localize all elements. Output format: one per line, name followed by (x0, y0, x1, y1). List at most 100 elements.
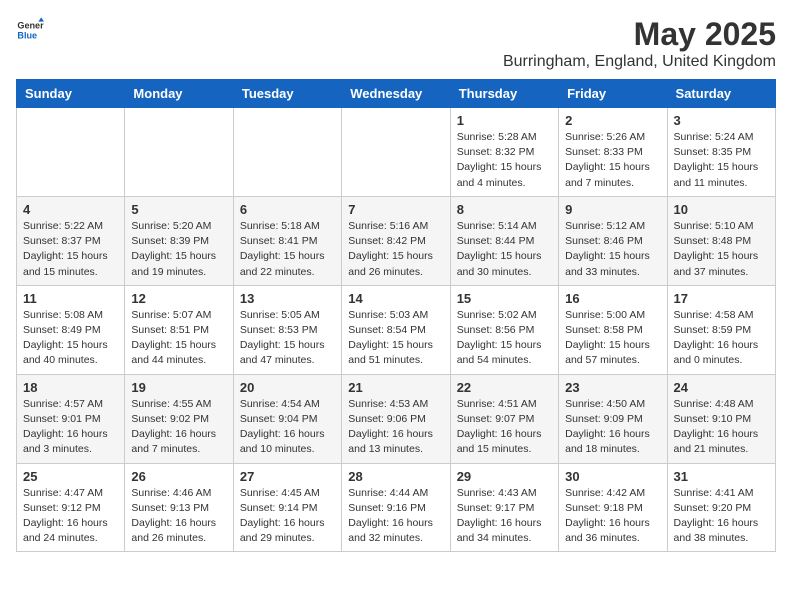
day-number: 26 (131, 469, 226, 484)
calendar-cell: 7 Sunrise: 5:16 AM Sunset: 8:42 PM Daylig… (342, 196, 450, 285)
week-row-1: 1 Sunrise: 5:28 AM Sunset: 8:32 PM Daylig… (17, 108, 776, 197)
day-number: 27 (240, 469, 335, 484)
week-row-3: 11Sunrise: 5:08 AM Sunset: 8:49 PM Dayli… (17, 285, 776, 374)
day-info: Sunrise: 5:12 AM Sunset: 8:46 PM Dayligh… (565, 219, 660, 280)
logo: General Blue (16, 16, 44, 44)
calendar-cell: 19 Sunrise: 4:55 AM Sunset: 9:02 PM Dayli… (125, 374, 233, 463)
header-day-sunday: Sunday (17, 80, 125, 108)
day-number: 25 (23, 469, 118, 484)
day-number: 12 (131, 291, 226, 306)
calendar-cell: 9 Sunrise: 5:12 AM Sunset: 8:46 PM Daylig… (559, 196, 667, 285)
day-info: Sunrise: 5:00 AM Sunset: 8:58 PM Dayligh… (565, 308, 660, 369)
calendar-cell: 24 Sunrise: 4:48 AM Sunset: 9:10 PM Dayli… (667, 374, 775, 463)
calendar-cell: 21 Sunrise: 4:53 AM Sunset: 9:06 PM Dayli… (342, 374, 450, 463)
calendar-table: SundayMondayTuesdayWednesdayThursdayFrid… (16, 79, 776, 552)
calendar-cell: 14 Sunrise: 5:03 AM Sunset: 8:54 PM Dayli… (342, 285, 450, 374)
day-number: 8 (457, 202, 552, 217)
page-header: General Blue May 2025 Burringham, Englan… (16, 16, 776, 71)
calendar-cell: 3 Sunrise: 5:24 AM Sunset: 8:35 PM Daylig… (667, 108, 775, 197)
calendar-cell (17, 108, 125, 197)
day-number: 20 (240, 380, 335, 395)
day-number: 30 (565, 469, 660, 484)
day-info: Sunrise: 4:44 AM Sunset: 9:16 PM Dayligh… (348, 486, 443, 547)
day-number: 14 (348, 291, 443, 306)
day-info: Sunrise: 5:03 AM Sunset: 8:54 PM Dayligh… (348, 308, 443, 369)
subtitle: Burringham, England, United Kingdom (503, 53, 776, 71)
calendar-cell: 13 Sunrise: 5:05 AM Sunset: 8:53 PM Dayli… (233, 285, 341, 374)
day-number: 2 (565, 113, 660, 128)
calendar-cell: 26Sunrise: 4:46 AM Sunset: 9:13 PM Dayli… (125, 463, 233, 552)
header-day-wednesday: Wednesday (342, 80, 450, 108)
svg-text:General: General (17, 21, 44, 31)
day-number: 29 (457, 469, 552, 484)
day-number: 19 (131, 380, 226, 395)
day-info: Sunrise: 5:26 AM Sunset: 8:33 PM Dayligh… (565, 130, 660, 191)
day-info: Sunrise: 5:20 AM Sunset: 8:39 PM Dayligh… (131, 219, 226, 280)
calendar-cell: 16 Sunrise: 5:00 AM Sunset: 8:58 PM Dayli… (559, 285, 667, 374)
day-number: 6 (240, 202, 335, 217)
day-info: Sunrise: 5:02 AM Sunset: 8:56 PM Dayligh… (457, 308, 552, 369)
header-day-friday: Friday (559, 80, 667, 108)
calendar-cell: 22Sunrise: 4:51 AM Sunset: 9:07 PM Dayli… (450, 374, 558, 463)
calendar-cell: 6 Sunrise: 5:18 AM Sunset: 8:41 PM Daylig… (233, 196, 341, 285)
calendar-cell (233, 108, 341, 197)
calendar-cell (342, 108, 450, 197)
day-info: Sunrise: 5:05 AM Sunset: 8:53 PM Dayligh… (240, 308, 335, 369)
week-row-2: 4Sunrise: 5:22 AM Sunset: 8:37 PM Daylig… (17, 196, 776, 285)
calendar-cell: 11Sunrise: 5:08 AM Sunset: 8:49 PM Dayli… (17, 285, 125, 374)
day-info: Sunrise: 4:57 AM Sunset: 9:01 PM Dayligh… (23, 397, 118, 458)
day-number: 13 (240, 291, 335, 306)
header-day-thursday: Thursday (450, 80, 558, 108)
calendar-header: SundayMondayTuesdayWednesdayThursdayFrid… (17, 80, 776, 108)
calendar-cell (125, 108, 233, 197)
day-info: Sunrise: 5:18 AM Sunset: 8:41 PM Dayligh… (240, 219, 335, 280)
day-number: 10 (674, 202, 769, 217)
day-number: 3 (674, 113, 769, 128)
day-info: Sunrise: 4:48 AM Sunset: 9:10 PM Dayligh… (674, 397, 769, 458)
day-number: 16 (565, 291, 660, 306)
day-info: Sunrise: 5:14 AM Sunset: 8:44 PM Dayligh… (457, 219, 552, 280)
calendar-cell: 4Sunrise: 5:22 AM Sunset: 8:37 PM Daylig… (17, 196, 125, 285)
day-info: Sunrise: 4:50 AM Sunset: 9:09 PM Dayligh… (565, 397, 660, 458)
day-info: Sunrise: 5:10 AM Sunset: 8:48 PM Dayligh… (674, 219, 769, 280)
day-info: Sunrise: 4:42 AM Sunset: 9:18 PM Dayligh… (565, 486, 660, 547)
day-info: Sunrise: 5:24 AM Sunset: 8:35 PM Dayligh… (674, 130, 769, 191)
calendar-cell: 2 Sunrise: 5:26 AM Sunset: 8:33 PM Daylig… (559, 108, 667, 197)
day-number: 28 (348, 469, 443, 484)
day-info: Sunrise: 4:54 AM Sunset: 9:04 PM Dayligh… (240, 397, 335, 458)
calendar-cell: 8 Sunrise: 5:14 AM Sunset: 8:44 PM Daylig… (450, 196, 558, 285)
calendar-cell: 27 Sunrise: 4:45 AM Sunset: 9:14 PM Dayli… (233, 463, 341, 552)
logo-icon: General Blue (16, 16, 44, 44)
calendar-cell: 28 Sunrise: 4:44 AM Sunset: 9:16 PM Dayli… (342, 463, 450, 552)
day-number: 23 (565, 380, 660, 395)
title-area: May 2025 Burringham, England, United Kin… (503, 16, 776, 71)
calendar-cell: 10 Sunrise: 5:10 AM Sunset: 8:48 PM Dayli… (667, 196, 775, 285)
day-info: Sunrise: 4:53 AM Sunset: 9:06 PM Dayligh… (348, 397, 443, 458)
day-info: Sunrise: 5:16 AM Sunset: 8:42 PM Dayligh… (348, 219, 443, 280)
header-day-saturday: Saturday (667, 80, 775, 108)
day-number: 17 (674, 291, 769, 306)
main-title: May 2025 (503, 16, 776, 53)
day-number: 24 (674, 380, 769, 395)
calendar-cell: 20 Sunrise: 4:54 AM Sunset: 9:04 PM Dayli… (233, 374, 341, 463)
day-number: 1 (457, 113, 552, 128)
day-info: Sunrise: 5:07 AM Sunset: 8:51 PM Dayligh… (131, 308, 226, 369)
header-day-monday: Monday (125, 80, 233, 108)
day-number: 9 (565, 202, 660, 217)
day-number: 21 (348, 380, 443, 395)
calendar-cell: 30 Sunrise: 4:42 AM Sunset: 9:18 PM Dayli… (559, 463, 667, 552)
day-number: 31 (674, 469, 769, 484)
day-info: Sunrise: 4:47 AM Sunset: 9:12 PM Dayligh… (23, 486, 118, 547)
day-number: 22 (457, 380, 552, 395)
calendar-cell: 23 Sunrise: 4:50 AM Sunset: 9:09 PM Dayli… (559, 374, 667, 463)
day-info: Sunrise: 5:28 AM Sunset: 8:32 PM Dayligh… (457, 130, 552, 191)
day-number: 7 (348, 202, 443, 217)
day-info: Sunrise: 4:43 AM Sunset: 9:17 PM Dayligh… (457, 486, 552, 547)
day-number: 5 (131, 202, 226, 217)
day-info: Sunrise: 4:55 AM Sunset: 9:02 PM Dayligh… (131, 397, 226, 458)
calendar-cell: 29 Sunrise: 4:43 AM Sunset: 9:17 PM Dayli… (450, 463, 558, 552)
calendar-cell: 31Sunrise: 4:41 AM Sunset: 9:20 PM Dayli… (667, 463, 775, 552)
day-info: Sunrise: 4:45 AM Sunset: 9:14 PM Dayligh… (240, 486, 335, 547)
calendar-body: 1 Sunrise: 5:28 AM Sunset: 8:32 PM Daylig… (17, 108, 776, 552)
calendar-cell: 18Sunrise: 4:57 AM Sunset: 9:01 PM Dayli… (17, 374, 125, 463)
